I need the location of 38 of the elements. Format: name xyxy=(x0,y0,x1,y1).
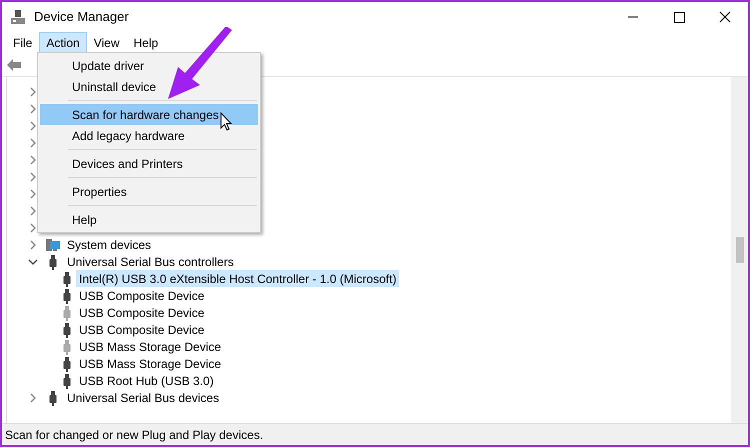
tree-item[interactable]: USB Mass Storage Device xyxy=(76,355,224,372)
mouse-cursor-icon xyxy=(220,112,232,132)
back-arrow-icon[interactable] xyxy=(6,58,22,72)
menu-item[interactable]: Scan for hardware changes xyxy=(40,104,258,125)
status-text: Scan for changed or new Plug and Play devices. xyxy=(5,426,264,444)
menu-bar-item[interactable]: Help xyxy=(126,32,166,53)
menu-item[interactable]: Uninstall device xyxy=(40,76,258,97)
menu-item[interactable]: Devices and Printers xyxy=(40,153,258,174)
device-manager-icon xyxy=(10,9,26,25)
chevron-right-icon[interactable] xyxy=(28,120,38,130)
tree-item[interactable]: Universal Serial Bus devices xyxy=(65,388,222,406)
tree-item[interactable]: Intel(R) USB 3.0 eXtensible Host Controller - 1.0 (Microsoft) xyxy=(76,270,400,287)
chevron-right-icon[interactable] xyxy=(28,154,38,164)
chevron-right-icon[interactable] xyxy=(28,138,38,148)
tree-item[interactable]: System devices xyxy=(65,236,154,254)
menu-item[interactable]: Help xyxy=(40,209,258,230)
menu-bar-item[interactable]: View xyxy=(86,32,126,53)
scrollbar[interactable] xyxy=(731,77,748,423)
chevron-right-icon[interactable] xyxy=(28,86,38,96)
chevron-down-icon[interactable] xyxy=(28,256,38,266)
menu-bar-item[interactable]: Action xyxy=(39,32,87,53)
chevron-right-icon[interactable] xyxy=(28,104,38,114)
menu-item[interactable]: Update driver xyxy=(40,55,258,76)
window-title: Device Manager xyxy=(34,8,129,26)
tree-item[interactable]: USB Composite Device xyxy=(76,287,208,304)
tree-item[interactable]: USB Composite Device xyxy=(76,321,208,338)
tree-item[interactable]: USB Root Hub (USB 3.0) xyxy=(76,372,217,389)
chevron-right-icon[interactable] xyxy=(28,240,38,250)
menu-bar-item[interactable]: File xyxy=(6,32,40,53)
monitor-icon xyxy=(45,236,61,252)
menu-item[interactable]: Properties xyxy=(40,181,258,202)
chevron-right-icon[interactable] xyxy=(28,172,38,182)
chevron-right-icon[interactable] xyxy=(28,188,38,198)
menu-item[interactable]: Add legacy hardware xyxy=(40,125,258,146)
chevron-right-icon[interactable] xyxy=(28,392,38,402)
chevron-right-icon[interactable] xyxy=(28,222,38,232)
chevron-right-icon[interactable] xyxy=(28,206,38,216)
tree-item[interactable]: Universal Serial Bus controllers xyxy=(65,252,236,270)
